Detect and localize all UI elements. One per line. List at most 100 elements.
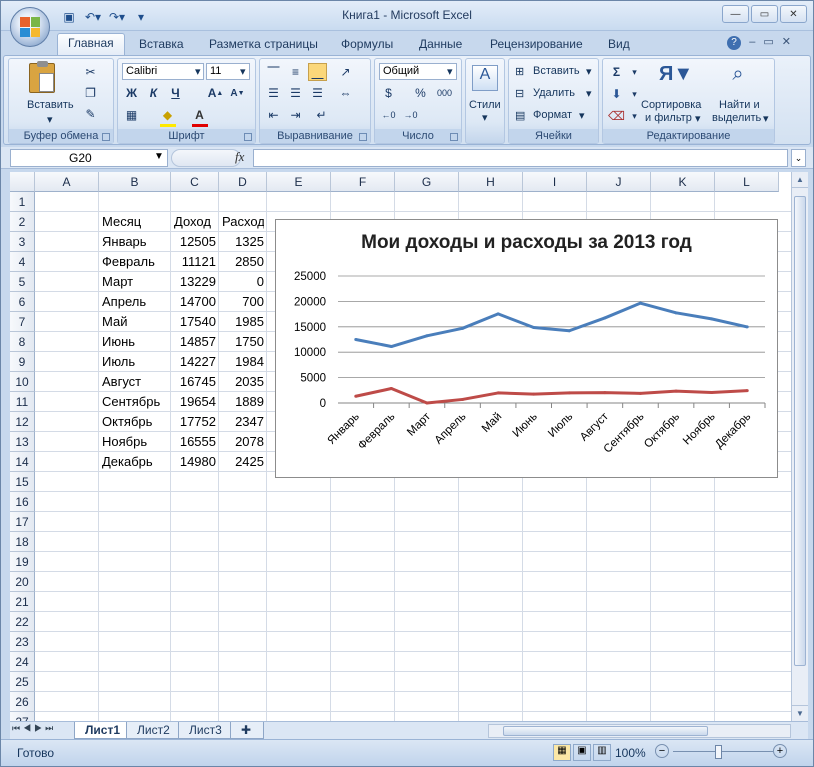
- data-point[interactable]: [603, 391, 607, 395]
- table-cell[interactable]: 16555: [174, 432, 216, 452]
- data-point[interactable]: [638, 391, 642, 395]
- table-cell[interactable]: Август: [102, 372, 168, 392]
- align-top-icon[interactable]: ⎺: [264, 63, 283, 81]
- format-dropdown-icon[interactable]: ▾: [579, 109, 585, 122]
- sheet-tab-1[interactable]: Лист1: [74, 722, 132, 739]
- tab-formulas[interactable]: Формулы: [341, 35, 393, 55]
- styles-button[interactable]: Стили: [469, 99, 501, 111]
- normal-view-icon[interactable]: ▦: [553, 744, 571, 761]
- borders-icon[interactable]: ▦: [122, 106, 141, 124]
- insert-function-button[interactable]: fx: [235, 149, 244, 165]
- formula-input[interactable]: [253, 149, 788, 167]
- fill-icon[interactable]: ⬇: [607, 85, 626, 103]
- data-point[interactable]: [496, 312, 500, 316]
- name-box-dropdown-icon[interactable]: ▼: [154, 151, 164, 162]
- data-point[interactable]: [710, 390, 714, 394]
- sort-filter-label-1[interactable]: Сортировка: [641, 99, 701, 111]
- insert-dropdown-icon[interactable]: ▾: [586, 65, 592, 78]
- table-cell[interactable]: 14980: [174, 452, 216, 472]
- align-center-icon[interactable]: ☰: [286, 84, 305, 102]
- table-cell[interactable]: 2850: [222, 252, 264, 272]
- merge-center-icon[interactable]: ⇔: [336, 84, 355, 102]
- table-cell[interactable]: 11121: [174, 252, 216, 272]
- table-cell[interactable]: 1889: [222, 392, 264, 412]
- delete-dropdown-icon[interactable]: ▾: [586, 87, 592, 100]
- table-cell[interactable]: 2347: [222, 412, 264, 432]
- table-cell[interactable]: 2425: [222, 452, 264, 472]
- styles-icon[interactable]: A: [472, 65, 498, 91]
- insert-sheet-icon[interactable]: ✚: [230, 722, 264, 739]
- workbook-controls[interactable]: –▭✕: [749, 35, 799, 48]
- data-point[interactable]: [496, 391, 500, 395]
- autosum-icon[interactable]: Σ: [607, 63, 626, 81]
- series-line-1[interactable]: [355, 301, 748, 349]
- sort-filter-label-2[interactable]: и фильтр: [645, 112, 692, 124]
- insert-cells-icon[interactable]: ⊞: [515, 65, 524, 78]
- decrease-indent-icon[interactable]: ⇤: [264, 106, 283, 124]
- table-cell[interactable]: 0: [222, 272, 264, 292]
- font-size-dropdown-icon[interactable]: ▾: [240, 65, 246, 78]
- page-break-view-icon[interactable]: ▥: [593, 744, 611, 761]
- decrease-decimal-icon[interactable]: →0: [401, 106, 420, 124]
- table-cell[interactable]: Расход: [222, 212, 264, 232]
- data-point[interactable]: [603, 316, 607, 320]
- data-point[interactable]: [425, 401, 429, 405]
- tab-insert[interactable]: Вставка: [139, 35, 184, 55]
- table-cell[interactable]: 2078: [222, 432, 264, 452]
- format-painter-icon[interactable]: ✎: [81, 105, 100, 123]
- expand-formula-bar-icon[interactable]: ⌄: [791, 149, 806, 167]
- align-bottom-icon[interactable]: ⎽: [308, 63, 327, 81]
- zoom-level[interactable]: 100%: [615, 746, 646, 760]
- table-cell[interactable]: 17752: [174, 412, 216, 432]
- align-middle-icon[interactable]: ≡: [286, 63, 305, 81]
- minimize-button[interactable]: —: [722, 5, 749, 23]
- sort-filter-icon[interactable]: Я▼: [659, 63, 693, 91]
- format-cells-button[interactable]: Формат: [533, 109, 572, 121]
- table-cell[interactable]: 17540: [174, 312, 216, 332]
- zoom-slider-thumb[interactable]: [715, 745, 722, 759]
- table-cell[interactable]: Октябрь: [102, 412, 168, 432]
- font-launcher-icon[interactable]: [244, 133, 252, 141]
- table-cell[interactable]: Февраль: [102, 252, 168, 272]
- shrink-font-icon[interactable]: A ▼: [228, 84, 247, 102]
- currency-icon[interactable]: $: [379, 84, 398, 102]
- clipboard-launcher-icon[interactable]: [102, 133, 110, 141]
- data-point[interactable]: [354, 394, 358, 398]
- cut-icon[interactable]: ✂: [81, 63, 100, 81]
- table-cell[interactable]: 2035: [222, 372, 264, 392]
- paste-dropdown-icon[interactable]: ▾: [47, 113, 53, 126]
- tab-data[interactable]: Данные: [419, 35, 462, 55]
- zoom-slider[interactable]: [673, 751, 773, 752]
- table-cell[interactable]: Январь: [102, 232, 168, 252]
- sheet-nav-icons[interactable]: ⏮◀▶⏭: [12, 723, 56, 734]
- horizontal-scrollbar[interactable]: [488, 724, 791, 738]
- table-cell[interactable]: Июль: [102, 352, 168, 372]
- number-launcher-icon[interactable]: [450, 133, 458, 141]
- sheet-tab-3[interactable]: Лист3: [178, 722, 233, 739]
- align-left-icon[interactable]: ☰: [264, 84, 283, 102]
- data-point[interactable]: [532, 326, 536, 330]
- copy-icon[interactable]: ❐: [81, 84, 100, 102]
- table-cell[interactable]: Март: [102, 272, 168, 292]
- table-cell[interactable]: 12505: [174, 232, 216, 252]
- tab-home[interactable]: Главная: [57, 33, 125, 55]
- find-select-label-2[interactable]: выделить: [712, 112, 761, 124]
- table-cell[interactable]: 13229: [174, 272, 216, 292]
- series-line-2[interactable]: [355, 387, 748, 405]
- tab-view[interactable]: Вид: [608, 35, 630, 55]
- find-select-dropdown-icon[interactable]: ▾: [763, 112, 769, 125]
- vertical-scrollbar[interactable]: ▲ ▼: [791, 172, 808, 721]
- font-name-select[interactable]: Calibri: [122, 63, 204, 80]
- delete-cells-button[interactable]: Удалить: [533, 87, 575, 99]
- help-icon[interactable]: ?: [727, 36, 741, 50]
- data-point[interactable]: [425, 334, 429, 338]
- delete-cells-icon[interactable]: ⊟: [515, 87, 524, 100]
- data-point[interactable]: [567, 329, 571, 333]
- table-cell[interactable]: Май: [102, 312, 168, 332]
- table-cell[interactable]: 16745: [174, 372, 216, 392]
- table-cell[interactable]: 1984: [222, 352, 264, 372]
- data-point[interactable]: [532, 392, 536, 396]
- orientation-icon[interactable]: ↗: [336, 63, 355, 81]
- percent-button[interactable]: %: [411, 84, 430, 102]
- data-point[interactable]: [461, 326, 465, 330]
